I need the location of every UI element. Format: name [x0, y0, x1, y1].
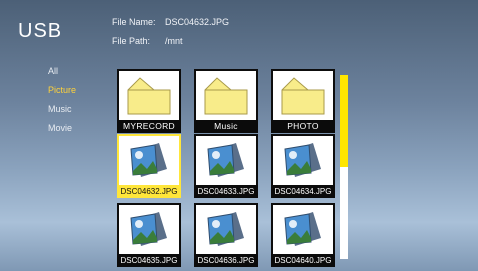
- scrollbar-track[interactable]: [340, 75, 348, 259]
- folder-icon: [278, 76, 328, 116]
- grid-item-dsc04632[interactable]: DSC04632.JPG: [117, 134, 181, 199]
- thumbnail: [271, 203, 335, 256]
- image-file-icon: [281, 210, 325, 250]
- item-label: DSC04640.JPG: [271, 254, 335, 267]
- thumbnail: [194, 203, 258, 256]
- item-label: DSC04636.JPG: [194, 254, 258, 267]
- image-file-icon: [204, 210, 248, 250]
- item-label: PHOTO: [271, 120, 335, 133]
- thumbnail: [194, 69, 258, 122]
- folder-icon: [124, 76, 174, 116]
- image-file-icon: [204, 141, 248, 181]
- file-path-label: File Path:: [112, 36, 151, 46]
- grid-item-photo[interactable]: PHOTO: [271, 69, 335, 134]
- grid-item-music[interactable]: Music: [194, 69, 258, 134]
- item-label: DSC04635.JPG: [117, 254, 181, 267]
- grid-item-dsc04634[interactable]: DSC04634.JPG: [271, 134, 335, 199]
- file-name-label: File Name:: [112, 17, 156, 27]
- menu-item-all[interactable]: All: [48, 65, 76, 84]
- item-label: Music: [194, 120, 258, 133]
- usb-title: USB: [18, 20, 63, 42]
- item-label: DSC04633.JPG: [194, 185, 258, 198]
- item-label: DSC04632.JPG: [117, 185, 181, 198]
- grid-item-dsc04640[interactable]: DSC04640.JPG: [271, 203, 335, 268]
- menu-item-movie[interactable]: Movie: [48, 122, 76, 141]
- grid-item-dsc04636[interactable]: DSC04636.JPG: [194, 203, 258, 268]
- thumbnail: [271, 134, 335, 187]
- file-name-row: File Name: DSC04632.JPG: [112, 17, 229, 27]
- scrollbar-thumb[interactable]: [340, 75, 348, 167]
- grid-item-myrecord[interactable]: MYRECORD: [117, 69, 181, 134]
- image-file-icon: [281, 141, 325, 181]
- file-name-value: DSC04632.JPG: [165, 17, 230, 27]
- file-path-row: File Path: /mnt: [112, 36, 183, 46]
- file-path-value: /mnt: [165, 36, 183, 46]
- image-file-icon: [127, 141, 171, 181]
- grid-item-dsc04635[interactable]: DSC04635.JPG: [117, 203, 181, 268]
- image-file-icon: [127, 210, 171, 250]
- thumbnail: [194, 134, 258, 187]
- folder-icon: [201, 76, 251, 116]
- item-label: DSC04634.JPG: [271, 185, 335, 198]
- thumbnail: [271, 69, 335, 122]
- item-label: MYRECORD: [117, 120, 181, 133]
- menu-item-picture[interactable]: Picture: [48, 84, 76, 103]
- grid-item-dsc04633[interactable]: DSC04633.JPG: [194, 134, 258, 199]
- menu-item-music[interactable]: Music: [48, 103, 76, 122]
- thumbnail: [117, 134, 181, 187]
- thumbnail: [117, 69, 181, 122]
- category-menu: All Picture Music Movie: [48, 65, 76, 141]
- thumbnail: [117, 203, 181, 256]
